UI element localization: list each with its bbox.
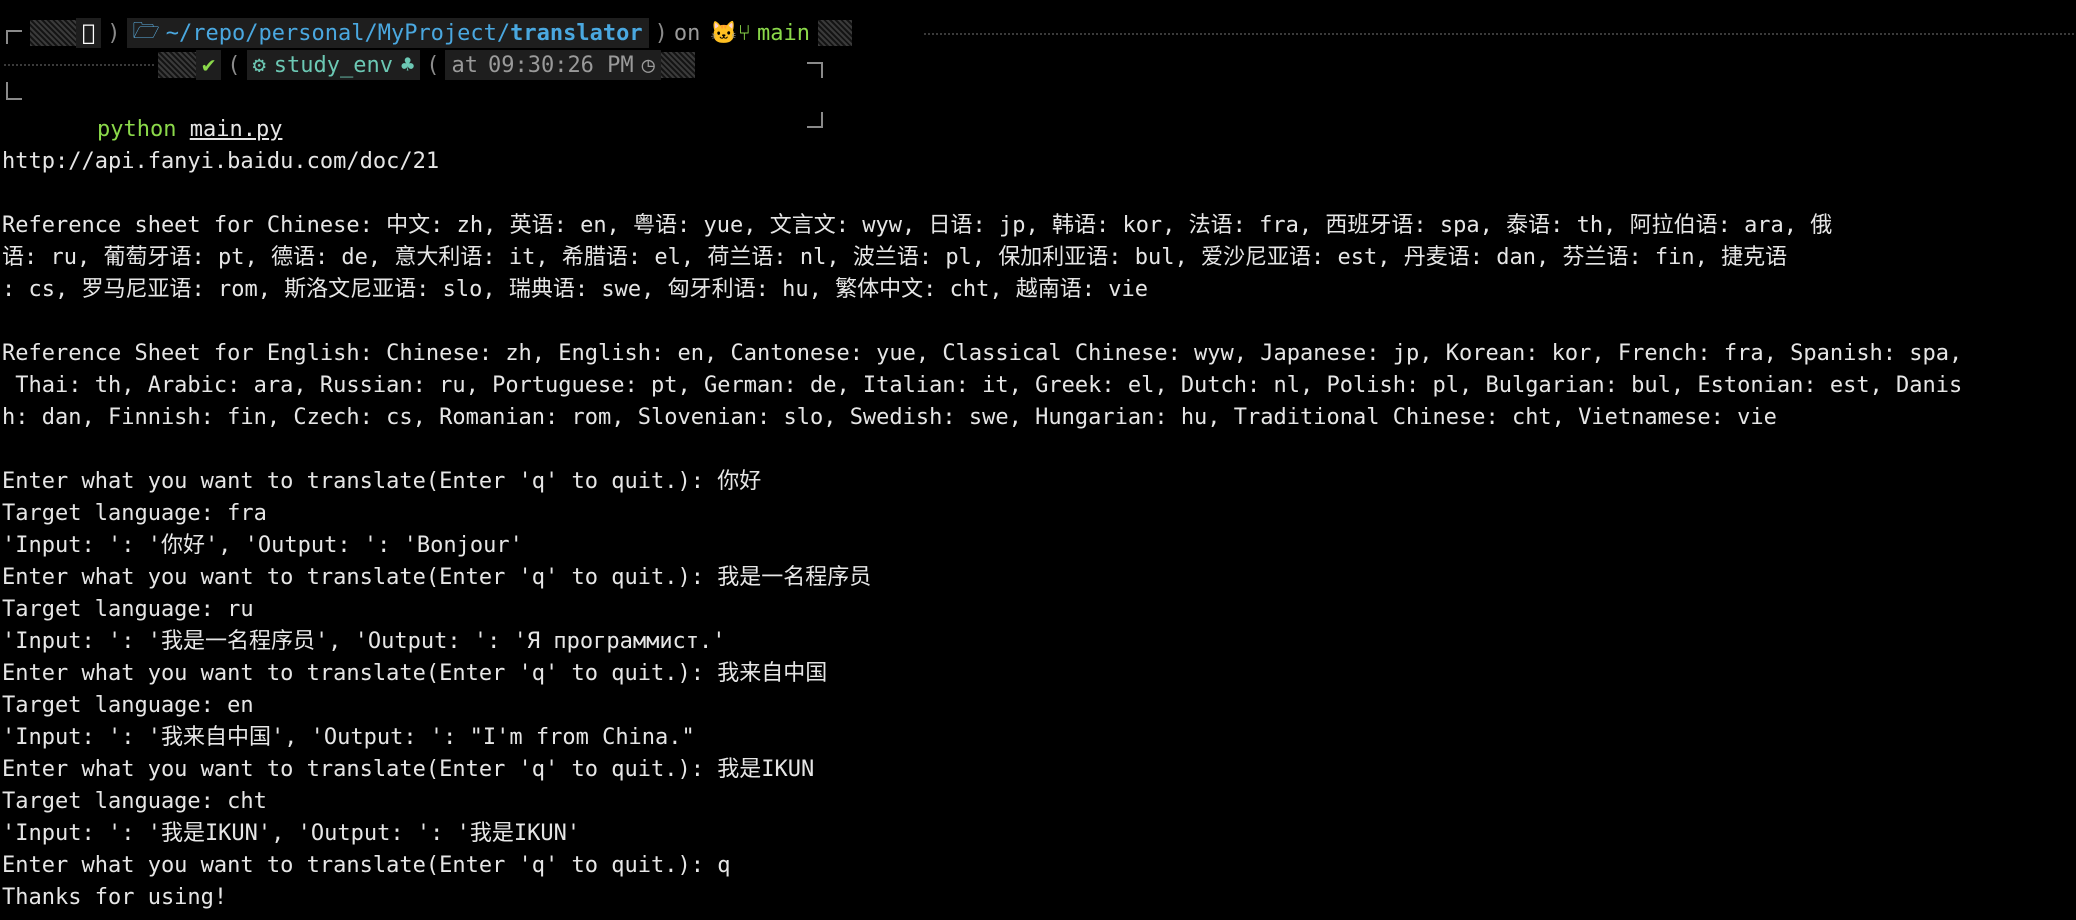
- prompt-separator: ): [107, 20, 121, 46]
- terminal-window[interactable]:  ) 🗁 ~/repo/personal/MyProject/translat…: [0, 0, 2076, 920]
- prompt-status-segment: ✔: [196, 50, 222, 80]
- output-line: 'Input: ': '我是IKUN', 'Output: ': '我是IKUN…: [2, 821, 581, 846]
- clock-icon: ◷: [641, 52, 655, 78]
- output-line: Thanks for using!: [2, 885, 228, 910]
- output-line: h: dan, Finnish: fin, Czech: cs, Romania…: [2, 405, 1777, 430]
- prompt-env-segment: ⚙ study_env ♣: [246, 50, 421, 80]
- prompt-filler-dots: [924, 33, 2074, 37]
- prompt-separator: (: [426, 52, 440, 78]
- output-line: Reference sheet for Chinese: 中文: zh, 英语:…: [2, 213, 1833, 238]
- output-line: Thai: th, Arabic: ara, Russian: ru, Port…: [2, 373, 1963, 398]
- output-line: 'Input: ': '你好', 'Output: ': 'Bonjour': [2, 533, 523, 558]
- python-icon: ♣: [400, 52, 415, 78]
- prompt-path-segment: 🗁 ~/repo/personal/MyProject/translator: [126, 18, 649, 48]
- folder-icon: 🗁: [132, 19, 160, 44]
- prompt-frame-top-right: [807, 62, 823, 78]
- prompt-separator-hatch: [660, 52, 695, 78]
- output-line: Target language: cht: [2, 789, 267, 814]
- output-line: Enter what you want to translate(Enter '…: [2, 757, 815, 782]
- output-line: Target language: en: [2, 693, 254, 718]
- apple-icon: : [82, 20, 96, 46]
- prompt-on-text: on: [673, 20, 701, 46]
- output-line: Enter what you want to translate(Enter '…: [2, 469, 762, 494]
- output-line: 'Input: ': '我来自中国', 'Output: ': "I'm fro…: [2, 725, 695, 750]
- output-line: : cs, 罗马尼亚语: rom, 斯洛文尼亚语: slo, 瑞典语: swe,…: [2, 277, 1149, 302]
- output-line: Enter what you want to translate(Enter '…: [2, 853, 731, 878]
- output-line: Enter what you want to translate(Enter '…: [2, 565, 872, 590]
- output-line: Reference Sheet for English: Chinese: zh…: [2, 341, 1963, 366]
- gear-icon: ⚙: [252, 52, 266, 78]
- prompt-separator: ): [654, 20, 668, 46]
- output-line: Enter what you want to translate(Enter '…: [2, 661, 828, 686]
- prompt-line-right: ✔ ( ⚙ study_env ♣ ( at 09:30:26 PM ◷: [158, 50, 695, 80]
- prompt-filler-dots: [4, 64, 154, 68]
- output-line: 'Input: ': '我是一名程序员', 'Output: ': 'Я про…: [2, 629, 726, 654]
- output-line: Target language: fra: [2, 501, 267, 526]
- prompt-frame-top-left: [6, 30, 22, 44]
- prompt-os-segment: : [76, 18, 102, 48]
- command-argument: main.py: [189, 117, 283, 142]
- prompt-path-prefix: ~/repo/personal/MyProject/: [165, 20, 511, 46]
- prompt-separator: (: [227, 52, 241, 78]
- prompt-env-name: study_env: [273, 52, 393, 78]
- prompt-separator-hatch: [30, 20, 76, 46]
- prompt-frame-bottom-left: [6, 82, 22, 100]
- prompt-path-current: translator: [510, 20, 643, 46]
- command-program: python: [96, 117, 177, 142]
- prompt-time: 09:30:26 PM: [487, 52, 634, 78]
- prompt-at-text: at: [451, 52, 478, 78]
- prompt-line-left:  ) 🗁 ~/repo/personal/MyProject/translat…: [30, 18, 852, 48]
- git-branch-icon: ⑂: [737, 20, 751, 46]
- status-check-icon: ✔: [202, 52, 216, 78]
- output-line: Target language: ru: [2, 597, 254, 622]
- prompt-time-segment: at 09:30:26 PM ◷: [445, 50, 661, 80]
- prompt-git-branch: main: [756, 20, 810, 46]
- prompt-frame-bottom-right: [807, 112, 823, 128]
- github-cat-icon: 🐱: [710, 20, 738, 46]
- output-line: 语: ru, 葡萄牙语: pt, 德语: de, 意大利语: it, 希腊语: …: [2, 245, 1788, 270]
- prompt-separator-hatch: [158, 52, 196, 78]
- output-url: http://api.fanyi.baidu.com/doc/21: [2, 149, 440, 174]
- prompt-separator-hatch: [817, 20, 852, 46]
